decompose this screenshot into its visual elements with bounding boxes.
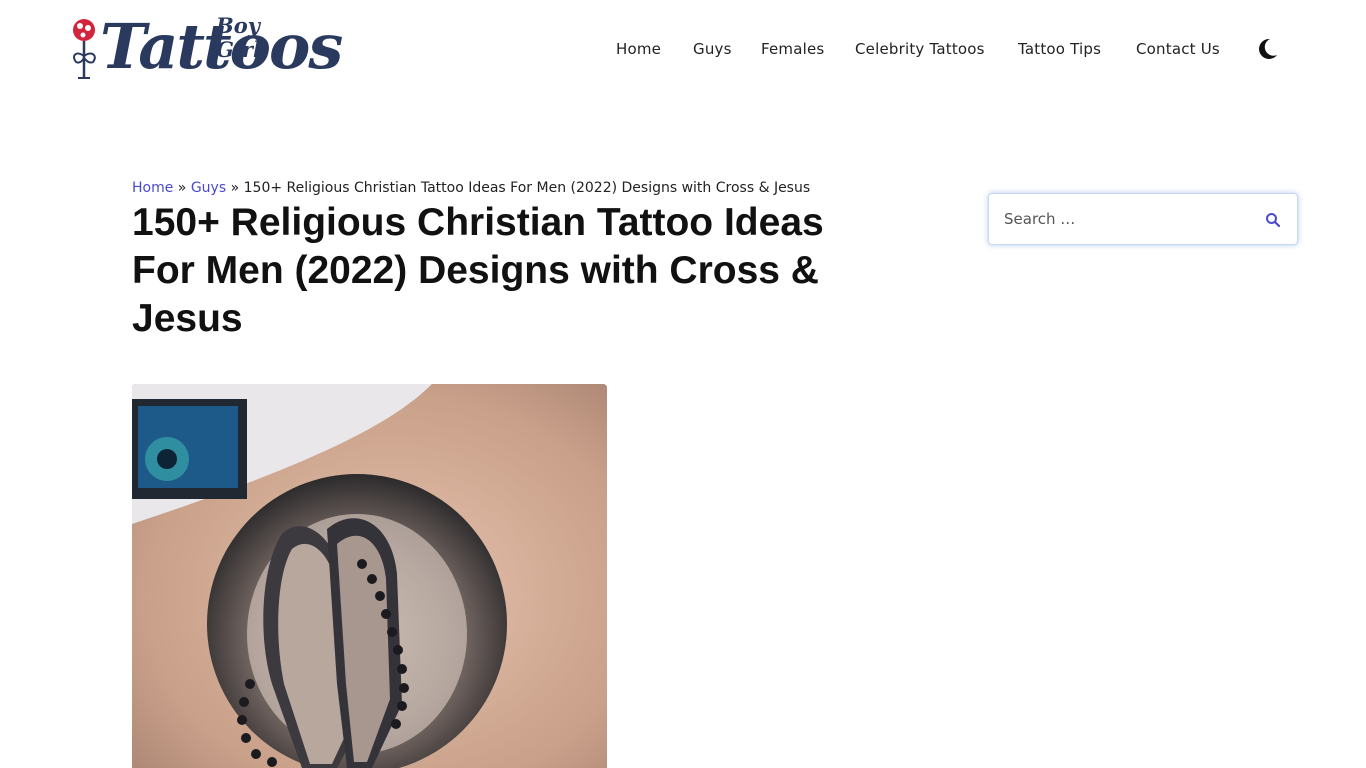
breadcrumb: Home » Guys » 150+ Religious Christian T…: [132, 178, 810, 198]
praying-hands-tattoo-photo: [132, 384, 607, 768]
nav-item-celebrity-tattoos[interactable]: Celebrity Tattoos: [855, 38, 985, 60]
site-logo[interactable]: Boy Girl Tattoos: [68, 12, 343, 84]
breadcrumb-separator: »: [177, 180, 187, 196]
moon-icon: [1259, 38, 1277, 59]
dark-mode-toggle[interactable]: [1254, 36, 1280, 62]
search-icon[interactable]: [1265, 212, 1281, 228]
search-input[interactable]: [989, 194, 1249, 244]
search-form: [988, 193, 1298, 245]
breadcrumb-home-link[interactable]: Home: [132, 180, 173, 196]
breadcrumb-separator: »: [230, 180, 240, 196]
rose-icon: [73, 19, 96, 79]
breadcrumb-guys-link[interactable]: Guys: [191, 180, 226, 196]
nav-item-females[interactable]: Females: [761, 38, 824, 60]
nav-item-tattoo-tips[interactable]: Tattoo Tips: [1018, 38, 1101, 60]
page-title: 150+ Religious Christian Tattoo Ideas Fo…: [132, 201, 824, 340]
nav-item-home[interactable]: Home: [616, 38, 661, 60]
logo-wordmark: Tattoos: [100, 10, 343, 83]
featured-image: [132, 384, 607, 768]
nav-item-guys[interactable]: Guys: [693, 38, 732, 60]
nav-item-contact-us[interactable]: Contact Us: [1136, 38, 1220, 60]
breadcrumb-current: 150+ Religious Christian Tattoo Ideas Fo…: [243, 180, 811, 196]
